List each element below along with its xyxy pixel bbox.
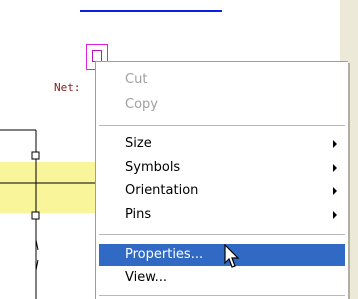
menu-separator [99,234,345,235]
menu-item-properties-label: Properties... [125,247,204,262]
pin-marker [31,211,40,220]
menu-item-copy[interactable]: Copy [99,94,345,116]
pin-marker [31,151,40,160]
chevron-right-icon [333,140,337,148]
menu-item-cut-label: Cut [125,72,148,87]
menu-item-view[interactable]: View... [99,267,345,289]
menu-item-copy-label: Copy [125,97,158,112]
menu-item-properties[interactable]: Properties... [99,244,345,266]
menu-separator [99,295,345,296]
menu-item-pins-label: Pins [125,207,152,222]
menu-item-cut[interactable]: Cut [99,69,345,91]
menu-item-symbols[interactable]: Symbols [99,157,345,179]
menu-item-orientation-label: Orientation [125,183,199,198]
menu-item-size-label: Size [125,136,152,151]
menu-item-view-label: View... [125,270,168,285]
menu-separator [99,125,345,126]
chevron-right-icon [333,164,337,172]
chevron-right-icon [333,187,337,195]
menu-item-orientation[interactable]: Orientation [99,180,345,202]
chevron-right-icon [333,211,337,219]
menu-item-size[interactable]: Size [99,133,345,155]
menu-item-symbols-label: Symbols [125,160,181,175]
menu-item-pins[interactable]: Pins [99,204,345,226]
context-menu: Cut Copy Size Symbols Orientation Pins P… [95,61,348,299]
mouse-pointer-icon [224,244,240,268]
